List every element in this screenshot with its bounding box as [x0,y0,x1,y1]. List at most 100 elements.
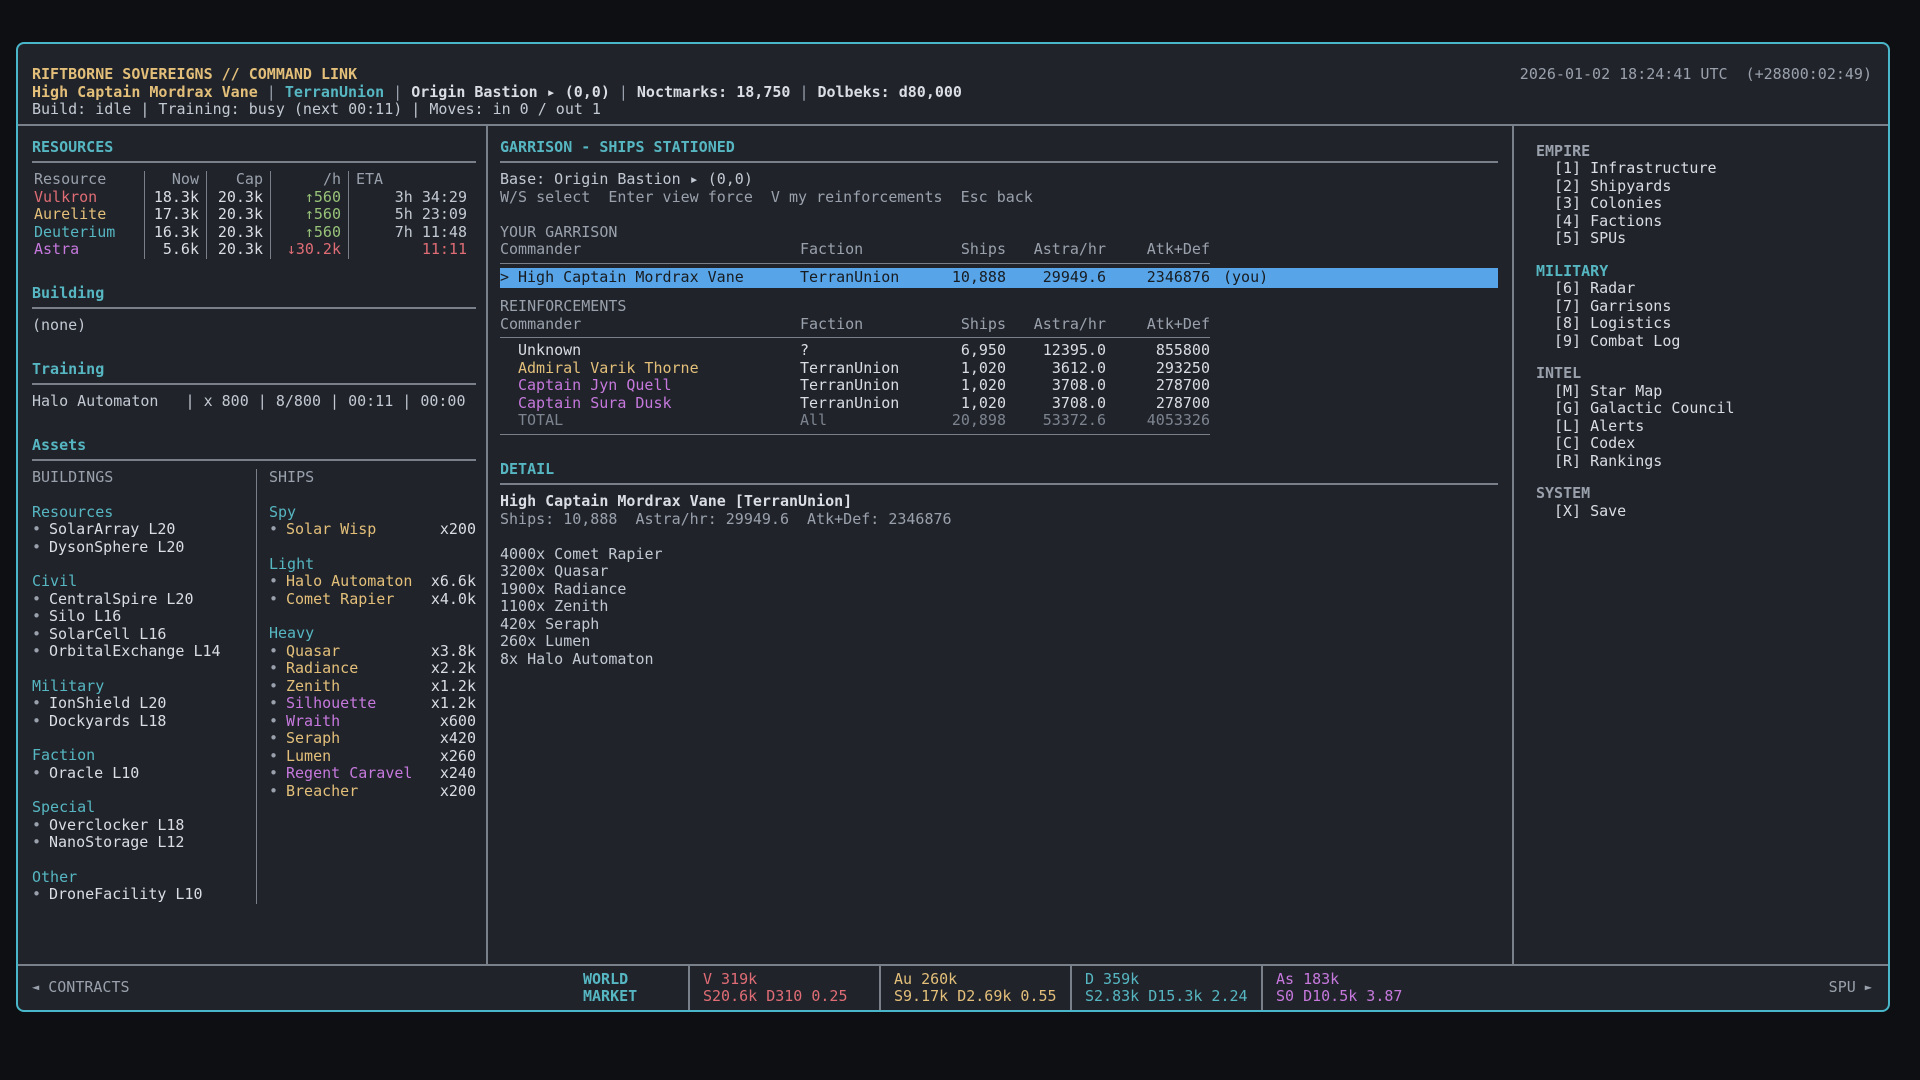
fleet-composition-line: 260x Lumen [500,633,1498,651]
row-faction: TerranUnion [800,395,918,413]
contracts-pager[interactable]: ◄ CONTRACTS [32,979,583,997]
menu-item-shipyards[interactable]: [2]Shipyards [1536,178,1880,196]
bullet-icon: • [32,591,49,609]
menu-section-title: EMPIRE [1536,143,1880,161]
fleet-composition-line: 1100x Zenith [500,598,1498,616]
commander-name: High Captain Mordrax Vane [32,84,258,102]
bullet-icon: • [269,521,286,539]
keyboard-hints: W/S select Enter view force V my reinfor… [500,189,1498,207]
building-item: •NanoStorage L12 [32,834,256,852]
bullet-icon: • [269,695,286,713]
resources-section-title: RESOURCES [32,139,476,157]
market-price-line: V 319k [703,971,879,989]
market-supply-demand-line: S20.6k D310 0.25 [703,988,879,1006]
resource-eta: 3h 34:29 [348,189,474,207]
menu-section-title: SYSTEM [1536,485,1880,503]
ship-count: x600 [440,713,476,731]
reinforcement-row[interactable]: Captain Jyn Quell TerranUnion 1,020 3708… [500,377,1498,395]
fleet-composition-line: 420x Seraph [500,616,1498,634]
garrison-row-selected[interactable]: >High Captain Mordrax Vane TerranUnion 1… [500,268,1498,289]
reinforcement-row[interactable]: Captain Sura Dusk TerranUnion 1,020 3708… [500,395,1498,413]
resource-row: Vulkron 18.3k 20.3k ↑560 3h 34:29 [32,189,476,207]
bullet-icon: • [32,765,49,783]
bullet-icon: • [32,539,49,557]
ship-count: x6.6k [431,573,476,591]
reinforcements-title: REINFORCEMENTS [500,298,1498,316]
menu-item-star-map[interactable]: [M]Star Map [1536,383,1880,401]
building-item-label: Silo L16 [49,608,121,626]
divider [500,161,1498,163]
ship-count: x260 [440,748,476,766]
col-faction: Faction [800,241,918,259]
right-arrow-icon: ► [1865,979,1872,997]
resource-cap: 20.3k [206,224,270,242]
building-item: •IonShield L20 [32,695,256,713]
hotkey: [R] [1554,453,1581,471]
identity-row: High Captain Mordrax Vane | TerranUnion … [32,84,1872,102]
hotkey: [2] [1554,178,1581,196]
ship-item: •Seraphx420 [269,730,476,748]
ship-group: Light •Halo Automatonx6.6k •Comet Rapier… [269,556,476,609]
spu-pager[interactable]: SPU ► [1829,979,1872,997]
menu-item-colonies[interactable]: [3]Colonies [1536,195,1880,213]
main-menu: EMPIRE [1]Infrastructure [2]Shipyards [3… [1514,126,1888,965]
divider [32,459,476,461]
menu-item-galactic-council[interactable]: [G]Galactic Council [1536,400,1880,418]
menu-item-codex[interactable]: [C]Codex [1536,435,1880,453]
reinforcements-table-header: Commander Faction Ships Astra/hr Atk+Def [500,316,1498,334]
ship-count: x3.8k [431,643,476,661]
menu-item-save[interactable]: [X]Save [1536,503,1880,521]
ship-count: x1.2k [431,695,476,713]
ship-group-title: Light [269,556,476,574]
menu-item-alerts[interactable]: [L]Alerts [1536,418,1880,436]
reinforcement-row[interactable]: Unknown ? 6,950 12395.0 855800 [500,342,1498,360]
reinforcement-row[interactable]: Admiral Varik Thorne TerranUnion 1,020 3… [500,360,1498,378]
contracts-label: CONTRACTS [48,979,129,997]
total-atkdef: 4053326 [1106,412,1210,430]
menu-item-infrastructure[interactable]: [1]Infrastructure [1536,160,1880,178]
row-you-tag: (you) [1210,269,1498,287]
menu-item-factions[interactable]: [4]Factions [1536,213,1880,231]
divider [32,307,476,309]
menu-item-spus[interactable]: [5]SPUs [1536,230,1880,248]
bullet-icon: • [32,608,49,626]
ship-count: x200 [440,783,476,801]
menu-item-radar[interactable]: [6]Radar [1536,280,1880,298]
ship-item: •Wraithx600 [269,713,476,731]
row-faction: TerranUnion [800,269,918,287]
menu-item-rankings[interactable]: [R]Rankings [1536,453,1880,471]
menu-item-garrisons[interactable]: [7]Garrisons [1536,298,1880,316]
ship-name: Breacher [286,783,358,801]
ship-name: Quasar [286,643,340,661]
menu-section-intel: INTEL [M]Star Map [G]Galactic Council [L… [1536,365,1880,470]
noctmarks-balance: Noctmarks: 18,750 [637,84,791,102]
detail-heading: High Captain Mordrax Vane [TerranUnion] [500,493,1498,511]
divider [500,337,1210,338]
resource-rate: ↑560 [270,224,348,242]
row-astra: 3708.0 [1006,395,1106,413]
menu-section-empire: EMPIRE [1]Infrastructure [2]Shipyards [3… [1536,143,1880,248]
fleet-composition-line: 3200x Quasar [500,563,1498,581]
assets-section-title: Assets [32,437,476,455]
row-atkdef: 278700 [1106,395,1210,413]
building-group: Faction •Oracle L10 [32,747,256,782]
garrison-panel: GARRISON - SHIPS STATIONED Base: Origin … [488,126,1512,965]
row-astra: 12395.0 [1006,342,1106,360]
resource-rate: ↑560 [270,206,348,224]
ship-group-title: Heavy [269,625,476,643]
building-group-title: Resources [32,504,256,522]
fleet-composition-line: 8x Halo Automaton [500,651,1498,669]
ship-name: Comet Rapier [286,591,394,609]
status-bar: ◄ CONTRACTS WORLD MARKET V 319k S20.6k D… [18,964,1888,1010]
resource-name: Astra [32,241,144,259]
your-garrison-title: YOUR GARRISON [500,224,1498,242]
menu-item-logistics[interactable]: [8]Logistics [1536,315,1880,333]
resource-cap: 20.3k [206,206,270,224]
fleet-composition: 4000x Comet Rapier 3200x Quasar 1900x Ra… [500,546,1498,669]
training-section-title: Training [32,361,476,379]
building-group: Resources •SolarArray L20 •DysonSphere L… [32,504,256,557]
menu-item-combat-log[interactable]: [9]Combat Log [1536,333,1880,351]
detail-section-title: DETAIL [500,461,1498,479]
main-area: RESOURCES Resource Now Cap /h ETA Vulkro… [18,126,1888,965]
left-arrow-icon: ◄ [32,979,39,997]
